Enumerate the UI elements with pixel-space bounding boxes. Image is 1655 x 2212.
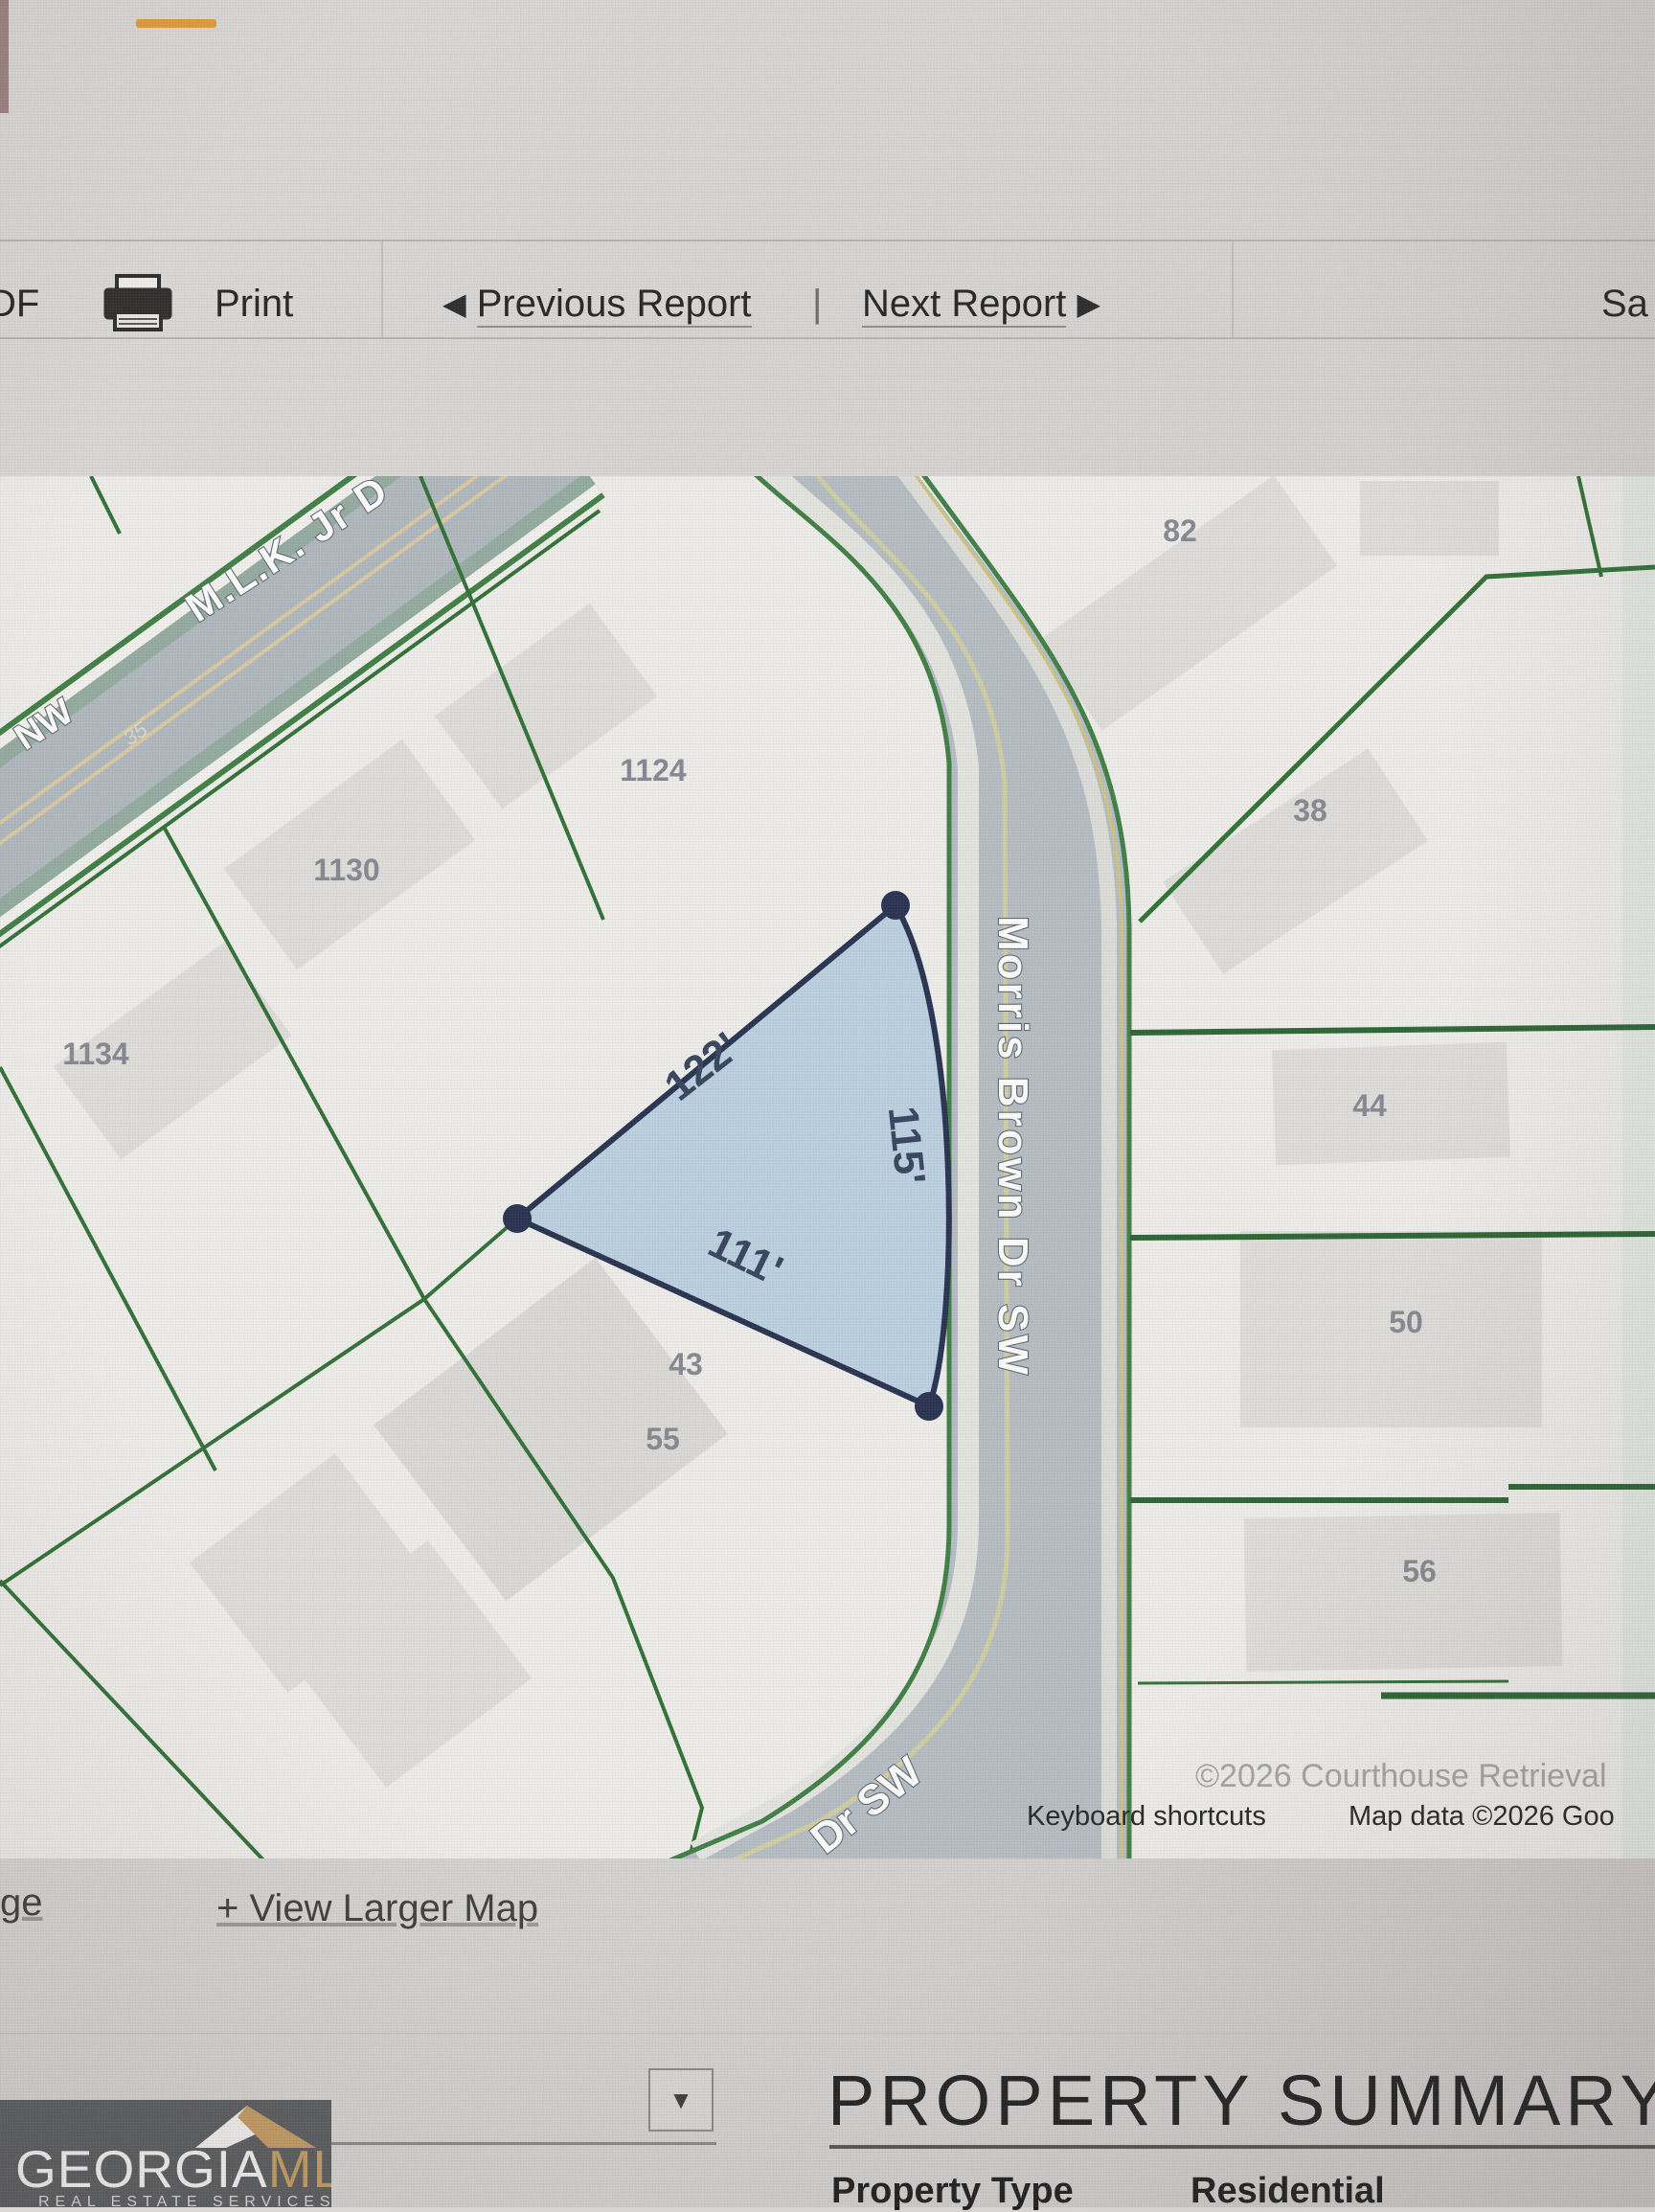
parcel-label: 1124	[620, 753, 687, 787]
georgia-mls-logo: GEORGIAMLS REAL ESTATE SERVICES	[0, 2100, 331, 2207]
orange-marker-artifact	[136, 19, 216, 28]
pdf-button[interactable]: DF	[0, 281, 39, 327]
keyboard-shortcuts-link[interactable]: Keyboard shortcuts	[1027, 1801, 1266, 1832]
clipped-link[interactable]: ge	[0, 1881, 43, 1925]
map-data-attribution: Map data ©2026 Goo	[1349, 1801, 1615, 1832]
collapse-section-button[interactable]: ▼	[648, 2068, 714, 2132]
logo-tagline: REAL ESTATE SERVICES	[38, 2194, 331, 2207]
toolbar-separator	[1232, 241, 1234, 337]
parcel-vertex-dot	[881, 891, 910, 920]
parcel-vertex-dot	[915, 1392, 943, 1421]
print-button[interactable]: Print	[215, 281, 293, 327]
parcel-label: 55	[646, 1422, 680, 1456]
next-report-label: Next Report	[862, 283, 1066, 328]
building-footprint	[1272, 1042, 1510, 1165]
parcel-label: 43	[669, 1347, 703, 1381]
property-type-label: Property Type	[831, 2171, 1074, 2212]
parcel-label: 56	[1402, 1554, 1437, 1588]
previous-arrow-icon: ◀	[442, 286, 466, 321]
building-footprint	[1360, 481, 1499, 556]
next-report-button[interactable]: Next Report ▶	[862, 281, 1100, 327]
parcel-label: 82	[1163, 513, 1197, 548]
printer-icon	[102, 274, 174, 333]
caret-down-icon: ▼	[669, 2086, 693, 2115]
logo-wordmark: GEORGIAMLS	[15, 2138, 331, 2200]
parcel-map[interactable]: 122' 115' 111' M.L.K. Jr D NW 35 Morris …	[0, 476, 1655, 1859]
parcel-map-canvas: 122' 115' 111' M.L.K. Jr D NW 35 Morris …	[0, 476, 1655, 1859]
save-button[interactable]: Sa	[1601, 281, 1648, 327]
next-arrow-icon: ▶	[1077, 286, 1101, 321]
view-larger-map-link[interactable]: + View Larger Map	[216, 1887, 538, 1930]
map-right-tint	[1622, 476, 1655, 1859]
courthouse-attribution: ©2026 Courthouse Retrieval	[1195, 1758, 1607, 1794]
parcel-label: 44	[1352, 1088, 1387, 1123]
section-divider	[0, 2033, 1655, 2034]
parcel-label: 50	[1389, 1305, 1423, 1339]
logo-mls-text: MLS	[268, 2139, 331, 2199]
summary-heading-rule	[829, 2145, 1655, 2149]
morris-brown-street-label: Morris Brown Dr SW	[989, 916, 1036, 1378]
toolbar-separator	[381, 241, 383, 337]
dimension-label-road: 115'	[879, 1104, 934, 1186]
parcel-label: 1130	[313, 853, 379, 887]
logo-georgia-text: GEORGIA	[15, 2139, 268, 2199]
property-summary-heading: PROPERTY SUMMARY	[828, 2060, 1655, 2141]
toolbar-bottom-border	[0, 337, 1655, 339]
parcel-vertex-dot	[503, 1204, 532, 1233]
property-type-value: Residential	[1190, 2171, 1385, 2212]
previous-report-label: Previous Report	[477, 283, 752, 328]
parcel-label: 1134	[62, 1037, 129, 1071]
toolbar-top-border	[0, 239, 1655, 241]
previous-report-button[interactable]: ◀ Previous Report	[442, 281, 752, 327]
photo-edge-artifact	[0, 0, 9, 113]
building-footprint	[1244, 1513, 1563, 1672]
parcel-label: 38	[1293, 793, 1327, 828]
report-nav-divider: |	[812, 281, 822, 327]
